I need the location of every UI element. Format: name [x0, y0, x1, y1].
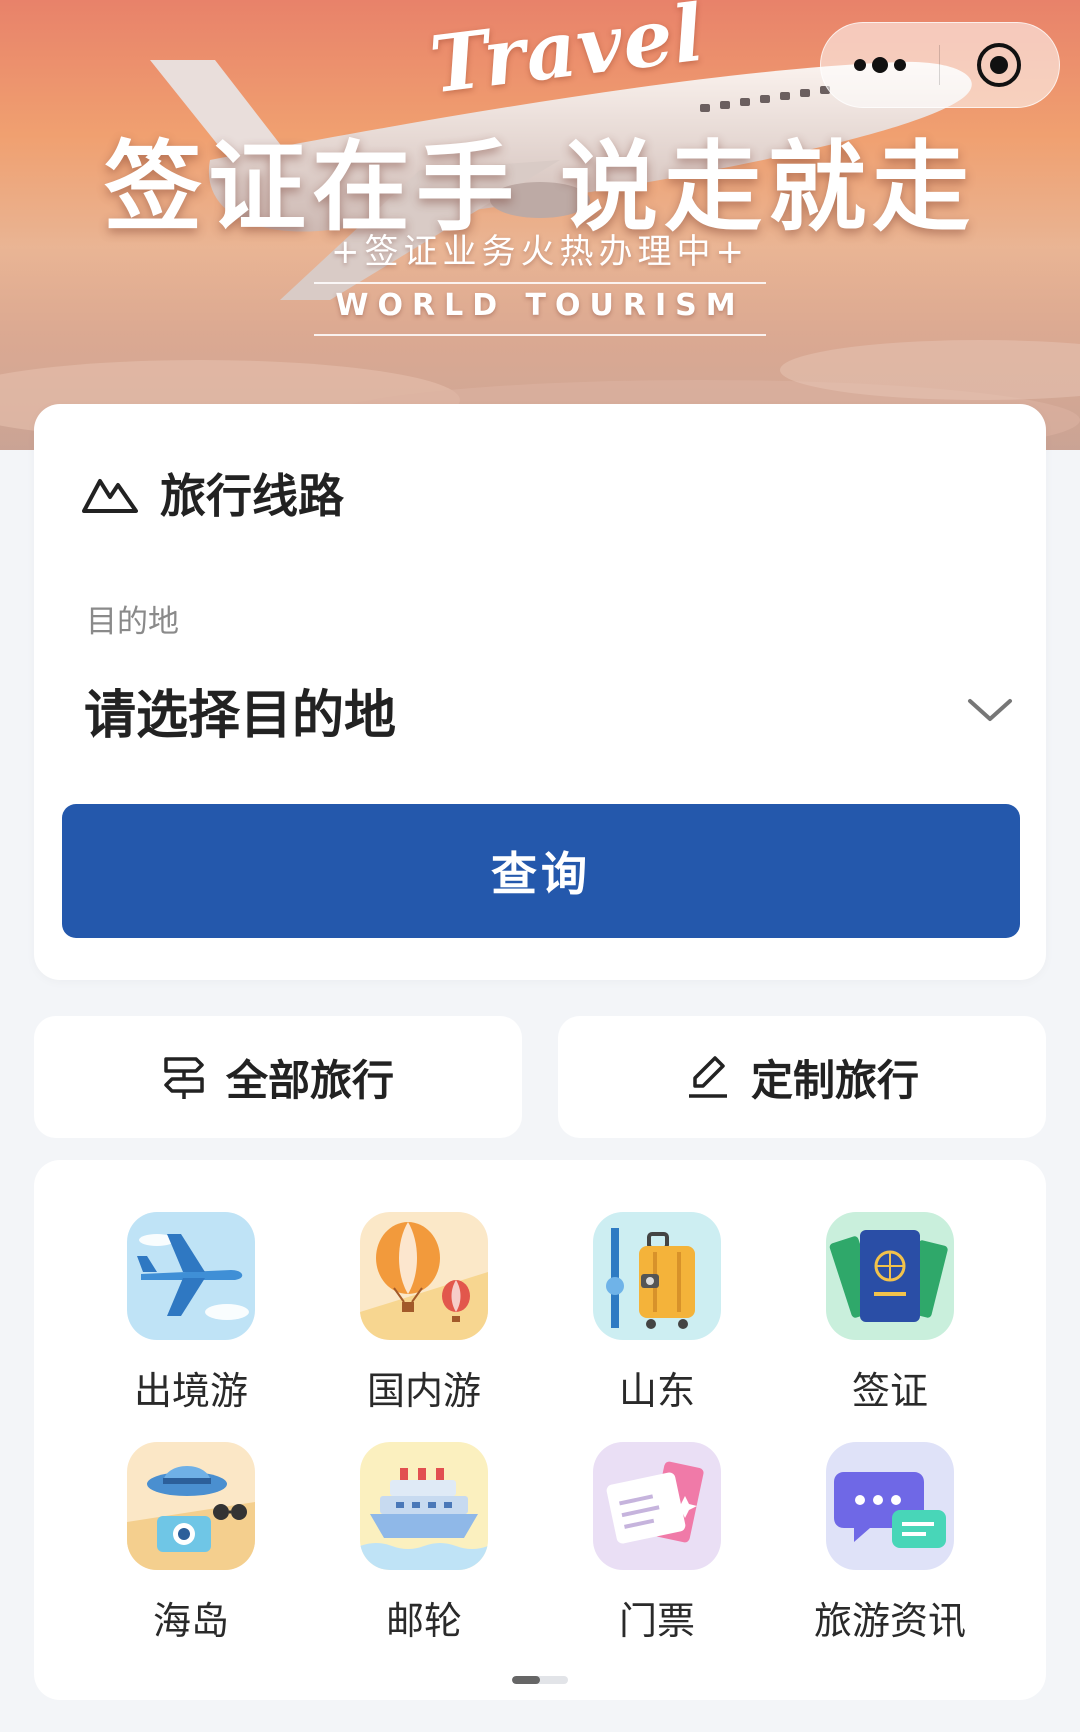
- ticket-icon: [593, 1442, 721, 1570]
- chevron-down-icon: [968, 699, 1012, 721]
- category-label: 邮轮: [385, 1599, 462, 1643]
- hero-banner[interactable]: Travel 签证在手 说走就走 +签证业务火热办理中+ WORLD TOURI…: [0, 0, 1080, 450]
- beach-hat-icon: [127, 1442, 255, 1570]
- banner-divider-top: [314, 282, 766, 284]
- cruise-ship-icon: [360, 1442, 488, 1570]
- chat-bubble-icon: [826, 1442, 954, 1570]
- category-label: 签证: [851, 1369, 928, 1413]
- airplane-icon: [127, 1212, 255, 1340]
- card-header: 旅行线路: [82, 460, 344, 526]
- category-label: 旅游资讯: [813, 1599, 966, 1643]
- route-search-card: 旅行线路 目的地 请选择目的地 查询: [34, 404, 1046, 980]
- category-label: 出境游: [133, 1369, 248, 1413]
- category-label: 国内游: [366, 1369, 481, 1413]
- category-visa[interactable]: 签证: [790, 1212, 990, 1422]
- mini-program-capsule: [820, 22, 1060, 108]
- custom-trip-label: 定制旅行: [750, 1055, 919, 1105]
- destination-value: 请选择目的地: [84, 685, 397, 746]
- close-button[interactable]: [940, 23, 1060, 107]
- custom-trip-button[interactable]: 定制旅行: [558, 1016, 1046, 1138]
- category-label: 山东: [618, 1369, 695, 1413]
- query-button[interactable]: 查询: [62, 804, 1020, 938]
- category-cruise[interactable]: 邮轮: [324, 1442, 524, 1652]
- banner-subtitle: +签证业务火热办理中+: [331, 232, 749, 272]
- category-shandong[interactable]: 山东: [557, 1212, 757, 1422]
- target-close-icon: [977, 43, 1022, 87]
- signpost-icon: [164, 1057, 204, 1099]
- pager-active-segment: [512, 1676, 540, 1684]
- grid-pager-indicator: [512, 1676, 568, 1684]
- more-button[interactable]: [821, 23, 939, 107]
- category-label: 海岛: [152, 1599, 229, 1643]
- destination-select[interactable]: 请选择目的地: [84, 666, 1014, 754]
- category-travel-news[interactable]: 旅游资讯: [790, 1442, 990, 1652]
- all-trips-label: 全部旅行: [225, 1055, 394, 1105]
- category-island[interactable]: 海岛: [91, 1442, 291, 1652]
- banner-tagline: WORLD TOURISM: [335, 288, 745, 323]
- card-title: 旅行线路: [160, 469, 344, 523]
- category-label: 门票: [618, 1599, 695, 1643]
- hot-air-balloon-icon: [360, 1212, 488, 1340]
- category-tickets[interactable]: 门票: [557, 1442, 757, 1652]
- banner-divider-bottom: [314, 334, 766, 336]
- category-grid: 出境游 国内游 山东 签证 海岛 邮轮 门票 旅游资讯: [34, 1160, 1046, 1700]
- edit-icon: [688, 1056, 727, 1098]
- more-dots-icon: [853, 57, 906, 73]
- category-domestic[interactable]: 国内游: [324, 1212, 524, 1422]
- all-trips-button[interactable]: 全部旅行: [34, 1016, 522, 1138]
- category-outbound[interactable]: 出境游: [91, 1212, 291, 1422]
- mountain-icon: [82, 479, 138, 513]
- suitcase-icon: [593, 1212, 721, 1340]
- destination-label: 目的地: [86, 604, 179, 640]
- passport-icon: [826, 1212, 954, 1340]
